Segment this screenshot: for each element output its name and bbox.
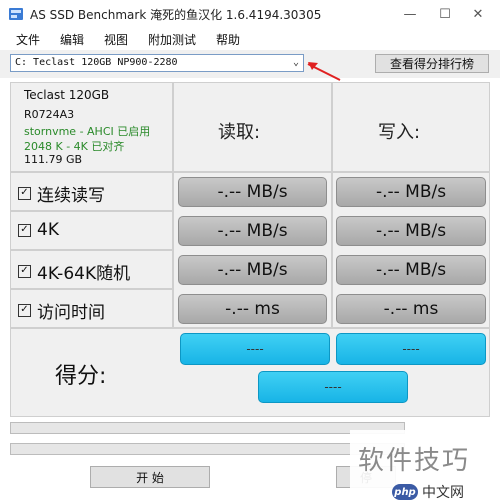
chevron-down-icon: ⌄ bbox=[292, 57, 299, 68]
drive-driver-status: stornvme - AHCI 已启用 bbox=[24, 125, 151, 138]
result-write-sequential: -.-- MB/s bbox=[336, 177, 486, 207]
test-label: 4K bbox=[37, 220, 59, 240]
test-label: 连续读写 bbox=[37, 186, 105, 206]
test-4k[interactable]: ✓ 4K bbox=[18, 220, 59, 240]
result-read-sequential: -.-- MB/s bbox=[178, 177, 327, 207]
app-icon bbox=[9, 8, 23, 20]
menu-bar: 文件 编辑 视图 附加测试 帮助 bbox=[0, 28, 500, 50]
result-read-4k: -.-- MB/s bbox=[178, 216, 327, 246]
score-total: ---- bbox=[258, 371, 408, 403]
checkbox-checked-icon[interactable]: ✓ bbox=[18, 187, 31, 200]
result-read-4k64: -.-- MB/s bbox=[178, 255, 327, 285]
rank-button[interactable]: 查看得分排行榜 bbox=[375, 54, 489, 73]
window-title: AS SSD Benchmark 淹死的鱼汉化 1.6.4194.30305 bbox=[30, 8, 322, 22]
test-sequential[interactable]: ✓ 连续读写 bbox=[18, 181, 105, 206]
test-access-time[interactable]: ✓ 访问时间 bbox=[18, 298, 105, 323]
progress-bar-primary bbox=[10, 422, 405, 434]
title-bar: AS SSD Benchmark 淹死的鱼汉化 1.6.4194.30305 —… bbox=[0, 0, 500, 28]
php-logo-icon: php bbox=[392, 484, 418, 500]
close-button[interactable]: ✕ bbox=[463, 4, 493, 24]
menu-help[interactable]: 帮助 bbox=[216, 31, 240, 48]
write-column-header: 写入: bbox=[378, 122, 421, 143]
watermark-brand-text: 中文网 bbox=[422, 485, 464, 501]
score-write: ---- bbox=[336, 333, 486, 365]
watermark: 软件技巧 php 中文网 bbox=[350, 430, 500, 501]
drive-firmware: R0724A3 bbox=[24, 108, 75, 121]
start-button[interactable]: 开 始 bbox=[90, 466, 210, 488]
test-label: 4K-64K随机 bbox=[37, 264, 131, 284]
minimize-button[interactable]: — bbox=[395, 4, 425, 24]
drive-select[interactable]: C: Teclast 120GB NP900-2280 ⌄ bbox=[10, 54, 304, 72]
watermark-logo: php 中文网 bbox=[392, 482, 464, 502]
test-label: 访问时间 bbox=[37, 303, 105, 323]
checkbox-checked-icon[interactable]: ✓ bbox=[18, 265, 31, 278]
minimize-icon: — bbox=[403, 6, 417, 22]
maximize-icon: ☐ bbox=[439, 6, 451, 22]
drive-name: Teclast 120GB bbox=[24, 88, 110, 102]
drive-select-value: C: Teclast 120GB NP900-2280 bbox=[15, 57, 178, 68]
watermark-text: 软件技巧 bbox=[358, 446, 471, 476]
result-read-access: -.-- ms bbox=[178, 294, 327, 324]
test-4k-64k[interactable]: ✓ 4K-64K随机 bbox=[18, 259, 130, 284]
result-write-access: -.-- ms bbox=[336, 294, 486, 324]
result-write-4k64: -.-- MB/s bbox=[336, 255, 486, 285]
read-column-header: 读取: bbox=[218, 122, 261, 143]
result-write-4k: -.-- MB/s bbox=[336, 216, 486, 246]
score-read: ---- bbox=[180, 333, 330, 365]
progress-bar-secondary bbox=[10, 443, 405, 455]
close-icon: ✕ bbox=[472, 6, 484, 22]
menu-edit[interactable]: 编辑 bbox=[60, 31, 84, 48]
score-label: 得分: bbox=[55, 364, 107, 389]
maximize-button[interactable]: ☐ bbox=[430, 4, 460, 24]
menu-extra-tests[interactable]: 附加测试 bbox=[148, 31, 196, 48]
menu-file[interactable]: 文件 bbox=[16, 31, 40, 48]
drive-alignment-status: 2048 K - 4K 已对齐 bbox=[24, 140, 125, 153]
checkbox-checked-icon[interactable]: ✓ bbox=[18, 304, 31, 317]
menu-view[interactable]: 视图 bbox=[104, 31, 128, 48]
drive-capacity: 111.79 GB bbox=[24, 153, 83, 166]
checkbox-checked-icon[interactable]: ✓ bbox=[18, 223, 31, 237]
